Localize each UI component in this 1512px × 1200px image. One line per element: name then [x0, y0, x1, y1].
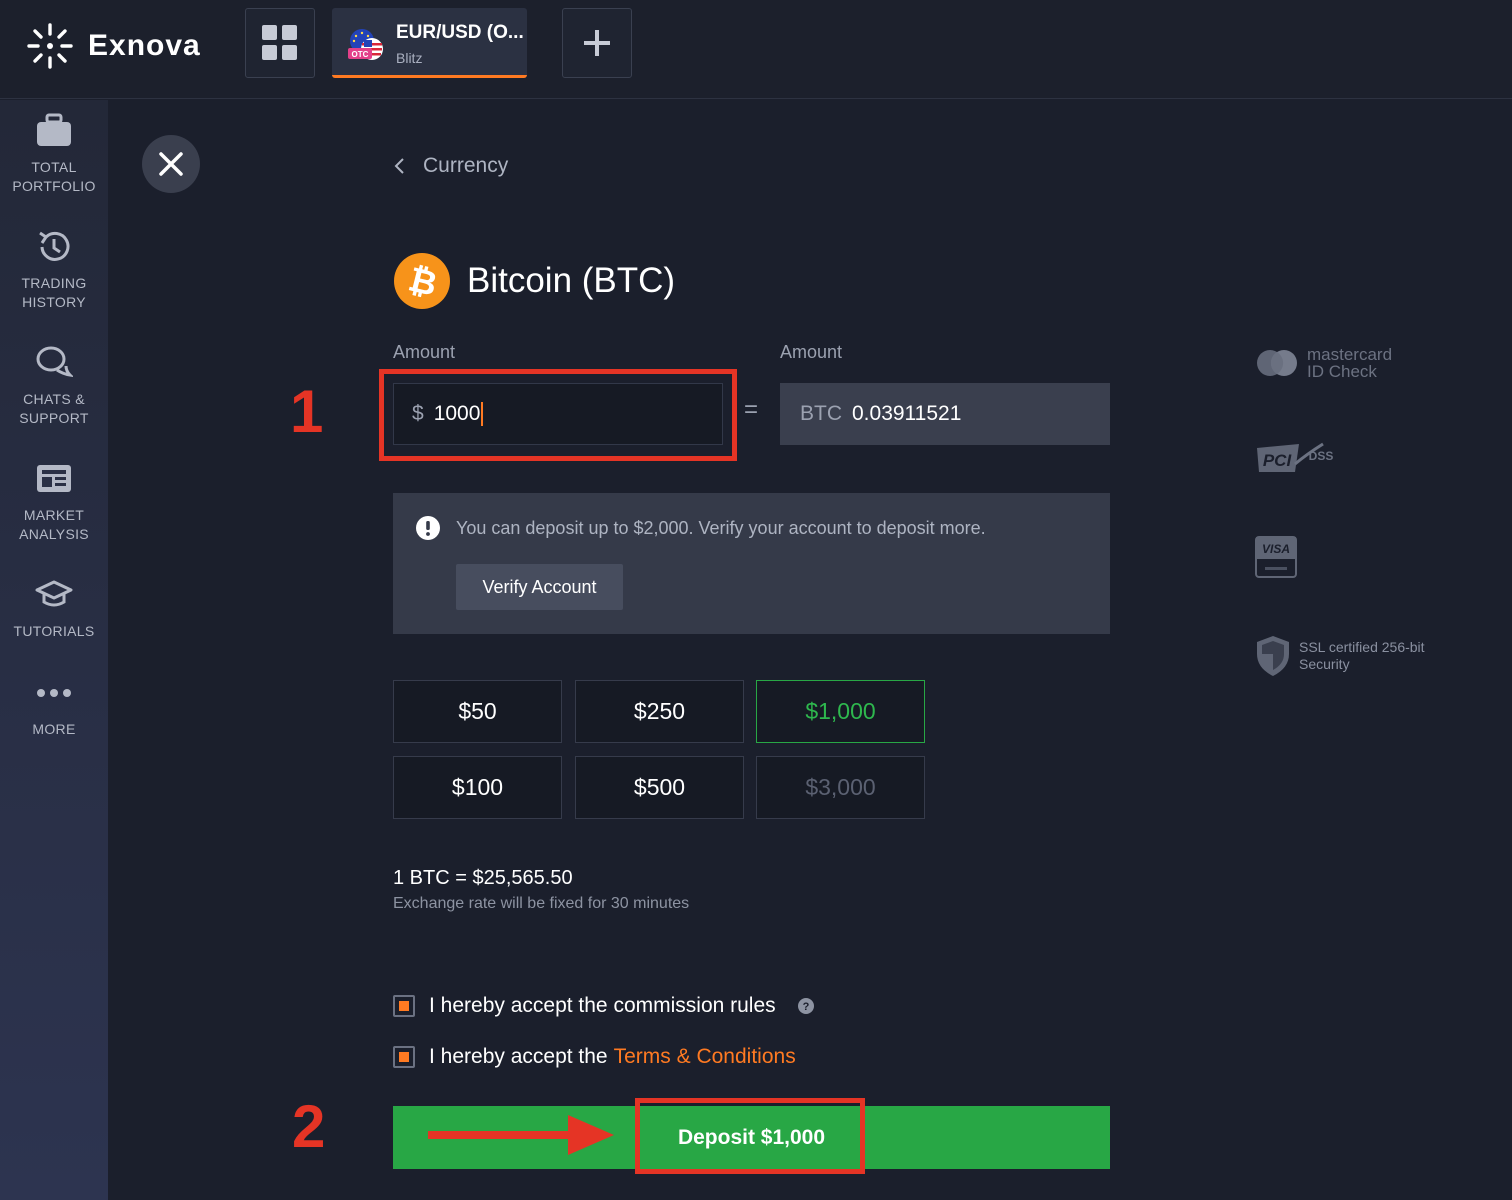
apps-grid-button[interactable]	[245, 8, 315, 78]
converted-value: 0.03911521	[852, 402, 962, 425]
page-title: Bitcoin (BTC)	[467, 261, 676, 300]
add-asset-button[interactable]	[562, 8, 632, 78]
terms-label: I hereby accept the	[429, 1045, 608, 1068]
more-dots-icon	[37, 689, 71, 697]
exchange-rate-note: Exchange rate will be fixed for 30 minut…	[393, 895, 690, 912]
asset-tab-eurusd[interactable]: OTC EUR/USD (O... Blitz	[332, 8, 527, 78]
chat-icon	[36, 346, 73, 377]
commission-rules-checkbox-row: I hereby accept the commission rules ?	[393, 994, 814, 1018]
step-2-annotation: 2	[292, 1093, 326, 1160]
shield-icon	[1257, 636, 1289, 676]
notice-text: You can deposit up to $2,000. Verify you…	[456, 518, 986, 538]
dss-text: DSS	[1309, 449, 1334, 463]
preset-amount-button[interactable]: $50	[393, 680, 562, 743]
visa-secure-icon: VISA	[1255, 536, 1297, 578]
otc-badge: OTC	[352, 50, 369, 59]
brand-name: Exnova	[88, 29, 201, 62]
pci-dss-logo-icon: PCI DSS	[1257, 442, 1334, 472]
graduation-cap-icon	[35, 580, 73, 607]
terms-conditions-link[interactable]: Terms & Conditions	[614, 1045, 796, 1069]
mastercard-line-2: ID Check	[1307, 362, 1377, 381]
sidebar-item-label: TRADING HISTORY	[21, 275, 87, 310]
close-button[interactable]	[142, 135, 200, 193]
sidebar-item-more[interactable]: MORE	[0, 674, 108, 739]
history-icon	[39, 231, 70, 261]
exnova-logo-icon	[27, 23, 73, 69]
mastercard-line-1: mastercard	[1307, 345, 1393, 364]
terms-checkbox[interactable]	[393, 1046, 415, 1068]
logo[interactable]: Exnova	[24, 20, 201, 72]
annotation-highlight-amount	[379, 369, 737, 461]
mastercard-idcheck-badge: mastercard ID Check	[1255, 346, 1392, 380]
visa-secure-badge: VISA	[1255, 536, 1297, 578]
sidebar: TOTAL PORTFOLIO TRADING HISTORY CHATS & …	[0, 100, 108, 1200]
sidebar-item-label: MARKET ANALYSIS	[19, 507, 89, 542]
sidebar-item-tutorials[interactable]: TUTORIALS	[0, 576, 108, 641]
sidebar-item-total-portfolio[interactable]: TOTAL PORTFOLIO	[0, 112, 108, 196]
equals-sign: =	[744, 396, 759, 423]
help-icon[interactable]: ?	[797, 998, 814, 1014]
briefcase-icon	[37, 113, 71, 146]
back-link-label: Currency	[423, 154, 509, 177]
verify-account-button[interactable]: Verify Account	[456, 564, 623, 610]
exchange-rate: 1 BTC = $25,565.50	[393, 867, 573, 889]
mastercard-icon	[1257, 350, 1297, 376]
back-to-currency-link[interactable]: Currency	[393, 154, 508, 178]
sidebar-item-trading-history[interactable]: TRADING HISTORY	[0, 228, 108, 312]
ssl-security-badge: SSL certified 256-bit Security	[1255, 634, 1425, 678]
sidebar-item-label: TOTAL PORTFOLIO	[12, 159, 96, 194]
amount-label: Amount	[393, 342, 456, 362]
preset-amount-button-selected[interactable]: $1,000	[756, 680, 925, 743]
ssl-line-1: SSL certified 256-bit	[1299, 639, 1425, 655]
converted-amount-label: Amount	[780, 342, 843, 362]
eu-us-flag-icon: OTC	[348, 29, 383, 60]
coin-header: ₿ Bitcoin (BTC)	[393, 252, 675, 310]
plus-icon	[584, 30, 610, 56]
preset-amount-button-disabled: $3,000	[756, 756, 925, 819]
newspaper-icon	[37, 465, 71, 492]
svg-text:?: ?	[802, 1001, 809, 1013]
sidebar-item-label: CHATS & SUPPORT	[19, 391, 89, 426]
sidebar-item-label: MORE	[32, 721, 76, 737]
preset-amount-button[interactable]: $500	[575, 756, 744, 819]
deposit-limit-notice: You can deposit up to $2,000. Verify you…	[393, 493, 1110, 634]
pci-dss-badge: PCI DSS	[1255, 440, 1345, 476]
close-icon	[159, 152, 183, 176]
bitcoin-icon: ₿	[394, 253, 450, 309]
converted-currency: BTC	[800, 402, 842, 425]
sidebar-item-label: TUTORIALS	[13, 623, 95, 639]
grid-icon	[262, 25, 297, 60]
alert-icon	[416, 516, 440, 540]
sidebar-item-chats-support[interactable]: CHATS & SUPPORT	[0, 344, 108, 428]
annotation-highlight-deposit	[635, 1098, 865, 1174]
converted-amount-field: BTC 0.03911521	[780, 383, 1110, 445]
sidebar-item-market-analysis[interactable]: MARKET ANALYSIS	[0, 460, 108, 544]
annotation-arrow-icon	[428, 1115, 614, 1155]
asset-mode: Blitz	[396, 50, 423, 66]
asset-name: EUR/USD (O...	[396, 22, 524, 43]
step-1-annotation: 1	[290, 378, 324, 445]
top-bar: Exnova OTC EUR/USD (O... Blitz	[0, 0, 1512, 99]
terms-checkbox-row: I hereby accept the Terms & Conditions	[393, 1045, 796, 1069]
visa-text: VISA	[1262, 542, 1290, 556]
commission-rules-label: I hereby accept the commission rules	[429, 994, 776, 1017]
preset-amount-button[interactable]: $100	[393, 756, 562, 819]
commission-rules-checkbox[interactable]	[393, 995, 415, 1017]
chevron-left-icon	[394, 158, 404, 174]
pci-text: PCI	[1263, 451, 1293, 470]
preset-amount-button[interactable]: $250	[575, 680, 744, 743]
ssl-line-2: Security	[1299, 656, 1350, 672]
